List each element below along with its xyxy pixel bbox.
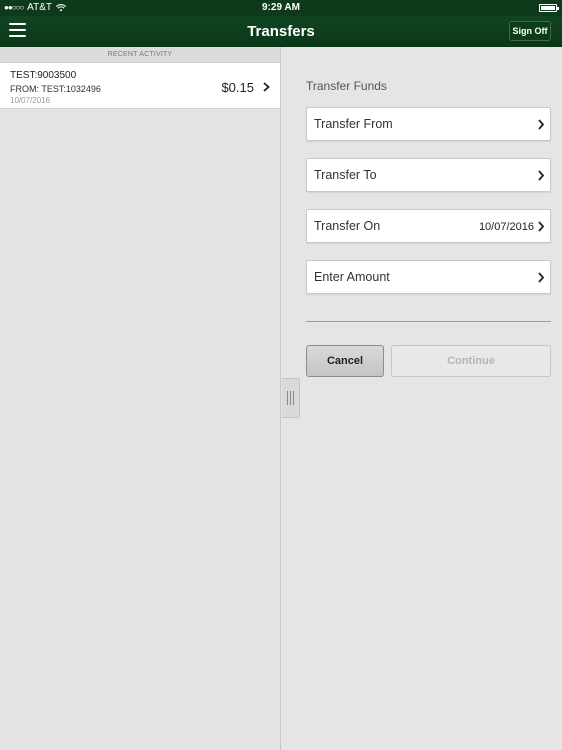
recent-activity-header: RECENT ACTIVITY — [0, 47, 280, 63]
page-title: Transfers — [247, 23, 315, 40]
form-title: Transfer Funds — [306, 79, 387, 93]
battery-icon — [539, 4, 559, 12]
enter-amount-field[interactable]: Enter Amount — [306, 260, 551, 294]
sign-off-button[interactable]: Sign Off — [509, 21, 551, 41]
continue-button[interactable]: Continue — [391, 345, 551, 377]
transfer-to-field[interactable]: Transfer To — [306, 158, 551, 192]
form-divider — [306, 321, 551, 322]
enter-amount-label: Enter Amount — [314, 270, 390, 284]
activity-amount: $0.15 — [221, 80, 254, 95]
chevron-right-icon — [538, 119, 545, 130]
activity-from: FROM: TEST:1032496 — [10, 84, 101, 94]
transfer-on-value: 10/07/2016 — [478, 221, 534, 233]
cancel-button[interactable]: Cancel — [306, 345, 384, 377]
activity-name: TEST:9003500 — [10, 70, 77, 81]
chevron-right-icon — [538, 170, 545, 181]
transfer-on-label: Transfer On — [314, 219, 381, 233]
chevron-right-icon — [538, 221, 545, 232]
status-bar: ●●○○○ AT&T 9:29 AM — [0, 0, 562, 16]
chevron-right-icon — [538, 272, 545, 283]
status-time: 9:29 AM — [262, 2, 300, 13]
transfer-from-field[interactable]: Transfer From — [306, 107, 551, 141]
transfer-to-label: Transfer To — [314, 168, 377, 182]
chevron-right-icon — [263, 82, 270, 92]
transfer-form-pane: Transfer Funds Transfer From Transfer To… — [282, 47, 562, 750]
activity-item[interactable]: TEST:9003500 FROM: TEST:1032496 10/07/20… — [0, 63, 280, 109]
recent-activity-pane: RECENT ACTIVITY TEST:9003500 FROM: TEST:… — [0, 47, 281, 750]
transfer-on-field[interactable]: Transfer On 10/07/2016 — [306, 209, 551, 243]
transfer-from-label: Transfer From — [314, 117, 393, 131]
activity-date: 10/07/2016 — [10, 96, 51, 105]
nav-bar: Transfers Sign Off — [0, 16, 562, 47]
